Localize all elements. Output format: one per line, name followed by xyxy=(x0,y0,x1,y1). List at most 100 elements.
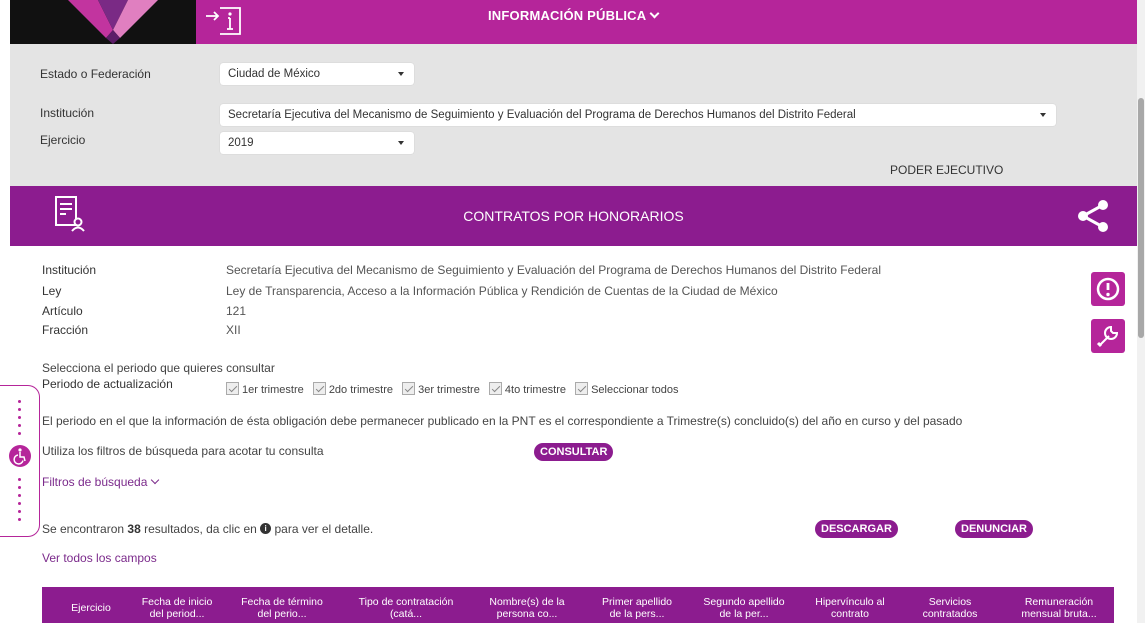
results-summary: Se encontraron 38 resultados, da clic en… xyxy=(42,522,373,536)
descargar-button[interactable]: DESCARGAR xyxy=(815,520,898,538)
tools-button[interactable] xyxy=(1091,319,1125,353)
header-line: Fecha de inicio xyxy=(141,596,213,608)
informacion-publica-menu[interactable]: INFORMACIÓN PÚBLICA xyxy=(488,8,660,23)
info-fraccion-value: XII xyxy=(226,323,241,337)
dot xyxy=(18,432,21,435)
column-header-tipo-contratacion[interactable]: Tipo de contratación (catá... xyxy=(346,596,466,620)
accessibility-icon[interactable] xyxy=(9,445,31,467)
info-icon: i xyxy=(260,523,272,535)
column-header-ejercicio[interactable]: Ejercicio xyxy=(56,602,126,614)
institucion-label: Institución xyxy=(40,106,95,120)
login-info-icon[interactable] xyxy=(204,4,244,36)
dot xyxy=(18,502,21,505)
column-header-servicios[interactable]: Servicios contratados xyxy=(904,596,996,620)
institucion-select[interactable]: Secretaría Ejecutiva del Mecanismo de Se… xyxy=(220,104,1056,126)
dot xyxy=(18,408,21,411)
header-line: Servicios xyxy=(928,596,972,608)
section-header: CONTRATOS POR HONORARIOS xyxy=(10,186,1137,246)
column-header-fecha-termino[interactable]: Fecha de término del perio... xyxy=(232,596,332,620)
denunciar-button[interactable]: DENUNCIAR xyxy=(955,520,1033,538)
checkbox-3er-trimestre[interactable] xyxy=(402,382,416,395)
caret-down-icon xyxy=(398,72,404,76)
header-line: Ejercicio xyxy=(71,602,111,614)
header-line: Hipervínculo al xyxy=(815,596,885,608)
logo[interactable] xyxy=(10,0,196,44)
dot xyxy=(18,494,21,497)
dot xyxy=(18,518,21,521)
checkbox-1er-trimestre[interactable] xyxy=(226,382,239,395)
filters-panel: Estado o Federación Ciudad de México Ins… xyxy=(10,44,1137,186)
ejercicio-select[interactable]: 2019 xyxy=(220,132,414,154)
header-line: Fecha de término xyxy=(241,596,323,608)
column-header-hipervinculo[interactable]: Hipervínculo al contrato xyxy=(802,596,898,620)
info-articulo-label: Artículo xyxy=(42,304,83,318)
header-line: del perio... xyxy=(257,608,307,620)
column-header-remuneracion[interactable]: Remuneración mensual bruta... xyxy=(1008,596,1110,620)
header-line: Segundo apellido xyxy=(703,596,785,608)
results-suffix: para ver el detalle. xyxy=(271,522,374,536)
chevron-down-icon xyxy=(649,8,660,19)
ejercicio-select-value: 2019 xyxy=(228,137,254,149)
alert-button[interactable] xyxy=(1091,272,1125,306)
checkbox-2do-trimestre[interactable] xyxy=(312,382,326,395)
wheelchair-icon xyxy=(13,448,26,465)
header-line: mensual bruta... xyxy=(1021,608,1097,620)
header-line: Tipo de contratación xyxy=(358,596,454,608)
chevron-down-icon xyxy=(151,475,160,485)
column-header-nombre[interactable]: Nombre(s) de la persona co... xyxy=(478,596,576,620)
dot xyxy=(18,424,21,427)
header-line: Nombre(s) de la xyxy=(489,596,565,608)
estado-label: Estado o Federación xyxy=(40,67,151,81)
poder-label: PODER EJECUTIVO xyxy=(890,163,1004,177)
info-ley-label: Ley xyxy=(42,284,62,298)
checkbox-seleccionar-todos[interactable] xyxy=(575,382,589,395)
top-navigation-bar: INFORMACIÓN PÚBLICA xyxy=(10,0,1137,44)
dot xyxy=(18,486,21,489)
consultar-button[interactable]: CONSULTAR xyxy=(534,443,614,461)
column-header-segundo-apellido[interactable]: Segundo apellido de la per... xyxy=(694,596,794,620)
checkbox-label: Seleccionar todos xyxy=(591,383,679,396)
header-line: (catá... xyxy=(389,608,423,620)
ejercicio-label: Ejercicio xyxy=(40,133,86,147)
caret-down-icon xyxy=(398,141,404,145)
dot xyxy=(18,416,21,419)
checkbox-label: 4to trimestre xyxy=(504,383,567,396)
logo-icon xyxy=(68,0,158,44)
checkbox-label: 2do trimestre xyxy=(328,383,394,396)
filtros-busqueda-label: Filtros de búsqueda xyxy=(42,475,148,489)
topbar-title-text: INFORMACIÓN PÚBLICA xyxy=(488,8,647,23)
estado-select-value: Ciudad de México xyxy=(228,68,321,80)
checkbox-label: 3er trimestre xyxy=(418,383,480,396)
scrollbar-thumb[interactable] xyxy=(1138,98,1144,338)
results-middle: resultados, da clic en xyxy=(140,522,261,536)
header-line: Remuneración xyxy=(1024,596,1094,608)
info-fraccion-label: Fracción xyxy=(42,323,89,337)
checkbox-4to-trimestre[interactable] xyxy=(488,382,502,395)
header-line: contrato xyxy=(831,608,869,620)
wrench-icon xyxy=(1096,325,1119,348)
ver-todos-campos-link[interactable]: Ver todos los campos xyxy=(42,551,157,565)
header-line: persona co... xyxy=(496,608,558,620)
estado-select[interactable]: Ciudad de México xyxy=(220,63,414,85)
header-line: contratados xyxy=(922,608,978,620)
periodo-checkboxes: 1er trimestre 2do trimestre 3er trimestr… xyxy=(226,382,685,396)
page-scrollbar[interactable] xyxy=(1137,0,1145,623)
column-header-primer-apellido[interactable]: Primer apellido de la pers... xyxy=(590,596,684,620)
alert-icon xyxy=(1096,277,1120,301)
info-ley-value: Ley de Transparencia, Acceso a la Inform… xyxy=(226,284,778,298)
results-count: 38 xyxy=(127,522,141,536)
results-table-header: Ejercicio Fecha de inicio del period... F… xyxy=(42,587,1114,623)
dot xyxy=(18,510,21,513)
column-header-fecha-inicio[interactable]: Fecha de inicio del period... xyxy=(132,596,222,620)
accessibility-tab[interactable] xyxy=(0,385,40,537)
dot xyxy=(18,400,21,403)
caret-down-icon xyxy=(1040,113,1046,117)
share-icon[interactable] xyxy=(1076,200,1110,232)
info-institucion-label: Institución xyxy=(42,263,97,277)
info-institucion-value: Secretaría Ejecutiva del Mecanismo de Se… xyxy=(226,263,881,277)
header-line: del period... xyxy=(149,608,205,620)
periodo-label: Periodo de actualización xyxy=(42,377,173,391)
header-line: Primer apellido xyxy=(601,596,673,608)
info-articulo-value: 121 xyxy=(226,304,247,318)
filtros-busqueda-toggle[interactable]: Filtros de búsqueda xyxy=(42,475,160,489)
